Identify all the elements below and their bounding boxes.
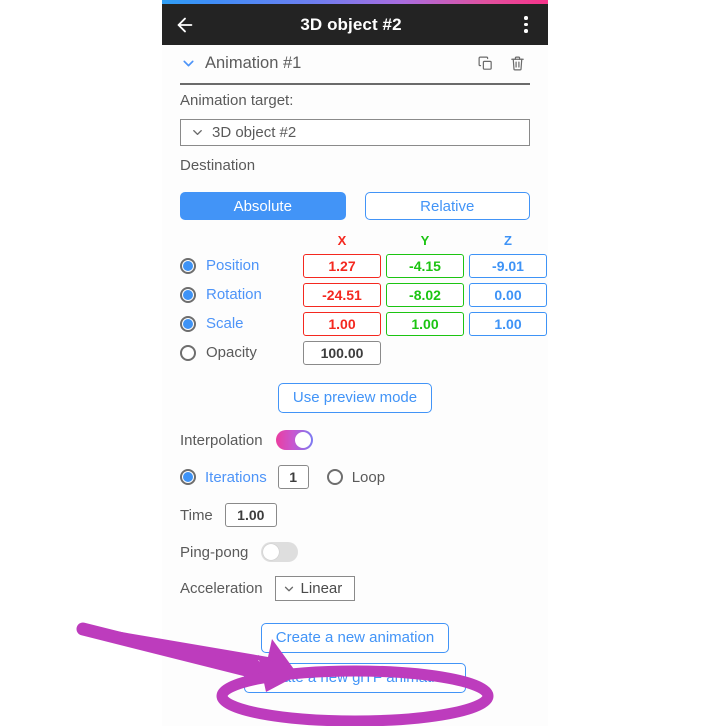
scale-z-input[interactable]: 1.00: [469, 311, 547, 336]
copy-icon[interactable]: [472, 51, 498, 77]
kebab-dot: [524, 29, 528, 33]
opacity-label: Opacity: [206, 344, 257, 361]
rotation-radio[interactable]: [180, 286, 196, 303]
destination-mode-group: Absolute Relative: [162, 192, 548, 220]
scale-x-input[interactable]: 1.00: [303, 311, 381, 336]
acceleration-value: Linear: [300, 580, 343, 597]
table-row: Position 1.27 -4.15 -9.01: [180, 253, 547, 278]
destination-label: Destination: [180, 157, 256, 174]
scale-radio-cell[interactable]: Scale: [180, 315, 303, 332]
scale-radio[interactable]: [180, 315, 196, 332]
acceleration-row: Acceleration Linear: [162, 576, 548, 601]
preview-mode-row: Use preview mode: [162, 383, 548, 413]
kebab-dot: [524, 22, 528, 27]
loop-label: Loop: [351, 468, 386, 486]
axis-header-row: X Y Z: [180, 232, 530, 249]
time-input[interactable]: 1.00: [224, 503, 277, 527]
scale-label: Scale: [206, 315, 244, 332]
kebab-dot: [524, 16, 528, 20]
acceleration-select[interactable]: Linear: [274, 576, 356, 601]
chevron-down-icon[interactable]: [180, 55, 197, 72]
chevron-down-icon: [190, 125, 205, 140]
create-new-gltf-animation-button[interactable]: Create a new glTF animation: [243, 663, 467, 693]
iterations-row: Iterations 1 Loop: [162, 465, 548, 489]
animation-header-row: Animation #1: [162, 45, 548, 82]
iterations-radio[interactable]: [180, 469, 196, 485]
interpolation-toggle[interactable]: [275, 430, 313, 450]
create-buttons-group: Create a new animation Create a new glTF…: [162, 623, 548, 693]
page-title: 3D object #2: [300, 14, 402, 34]
transform-table: X Y Z Position 1.27 -4.15 -9.01 Rotation…: [162, 232, 548, 365]
animation-settings-panel: 3D object #2 Animation #1 Animation targ…: [162, 0, 548, 726]
iterations-label: Iterations: [205, 468, 267, 486]
create-new-animation-button[interactable]: Create a new animation: [260, 623, 450, 653]
rotation-z-input[interactable]: 0.00: [469, 282, 547, 307]
title-bar: 3D object #2: [162, 4, 548, 45]
loop-radio[interactable]: [326, 469, 343, 485]
absolute-button[interactable]: Absolute: [180, 192, 346, 220]
rotation-y-input[interactable]: -8.02: [386, 282, 464, 307]
animation-target-value: 3D object #2: [212, 124, 297, 141]
axis-header-z: Z: [504, 233, 512, 248]
position-radio[interactable]: [180, 257, 196, 274]
toggle-knob: [263, 544, 280, 560]
axis-header-y: Y: [420, 233, 430, 248]
ping-pong-row: Ping-pong: [162, 542, 548, 562]
ping-pong-label: Ping-pong: [180, 543, 249, 561]
rotation-label: Rotation: [206, 286, 262, 303]
opacity-radio-cell[interactable]: Opacity: [180, 344, 303, 361]
opacity-input[interactable]: 100.00: [303, 340, 381, 365]
animation-target-section: Animation target: 3D object #2 Destinati…: [162, 92, 548, 174]
relative-button[interactable]: Relative: [364, 192, 530, 220]
header-divider: [180, 83, 530, 85]
position-radio-cell[interactable]: Position: [180, 257, 303, 274]
animation-target-select[interactable]: 3D object #2: [180, 119, 530, 146]
interpolation-row: Interpolation: [162, 430, 548, 450]
rotation-x-input[interactable]: -24.51: [303, 282, 381, 307]
animation-target-label: Animation target:: [180, 92, 294, 109]
trash-icon[interactable]: [504, 51, 530, 77]
position-label: Position: [206, 257, 260, 274]
position-x-input[interactable]: 1.27: [303, 253, 381, 278]
table-row: Opacity 100.00: [180, 340, 530, 365]
use-preview-mode-button[interactable]: Use preview mode: [277, 383, 433, 413]
kebab-menu-icon[interactable]: [504, 4, 548, 45]
iterations-input[interactable]: 1: [277, 465, 309, 489]
ping-pong-toggle[interactable]: [261, 542, 299, 562]
time-label: Time: [180, 506, 213, 524]
rotation-radio-cell[interactable]: Rotation: [180, 286, 303, 303]
chevron-down-icon: [282, 582, 296, 596]
arrow-left-icon: [174, 14, 196, 36]
axis-header-x: X: [337, 233, 347, 248]
time-row: Time 1.00: [162, 503, 548, 527]
toggle-knob: [294, 432, 311, 448]
panel-content: Animation target: 3D object #2 Destinati…: [162, 92, 548, 693]
animation-name: Animation #1: [205, 54, 302, 72]
table-row: Rotation -24.51 -8.02 0.00: [180, 282, 547, 307]
position-y-input[interactable]: -4.15: [386, 253, 464, 278]
opacity-radio[interactable]: [180, 344, 196, 361]
position-z-input[interactable]: -9.01: [469, 253, 547, 278]
acceleration-label: Acceleration: [180, 580, 263, 597]
scale-y-input[interactable]: 1.00: [386, 311, 464, 336]
table-row: Scale 1.00 1.00 1.00: [180, 311, 547, 336]
interpolation-label: Interpolation: [180, 431, 263, 449]
